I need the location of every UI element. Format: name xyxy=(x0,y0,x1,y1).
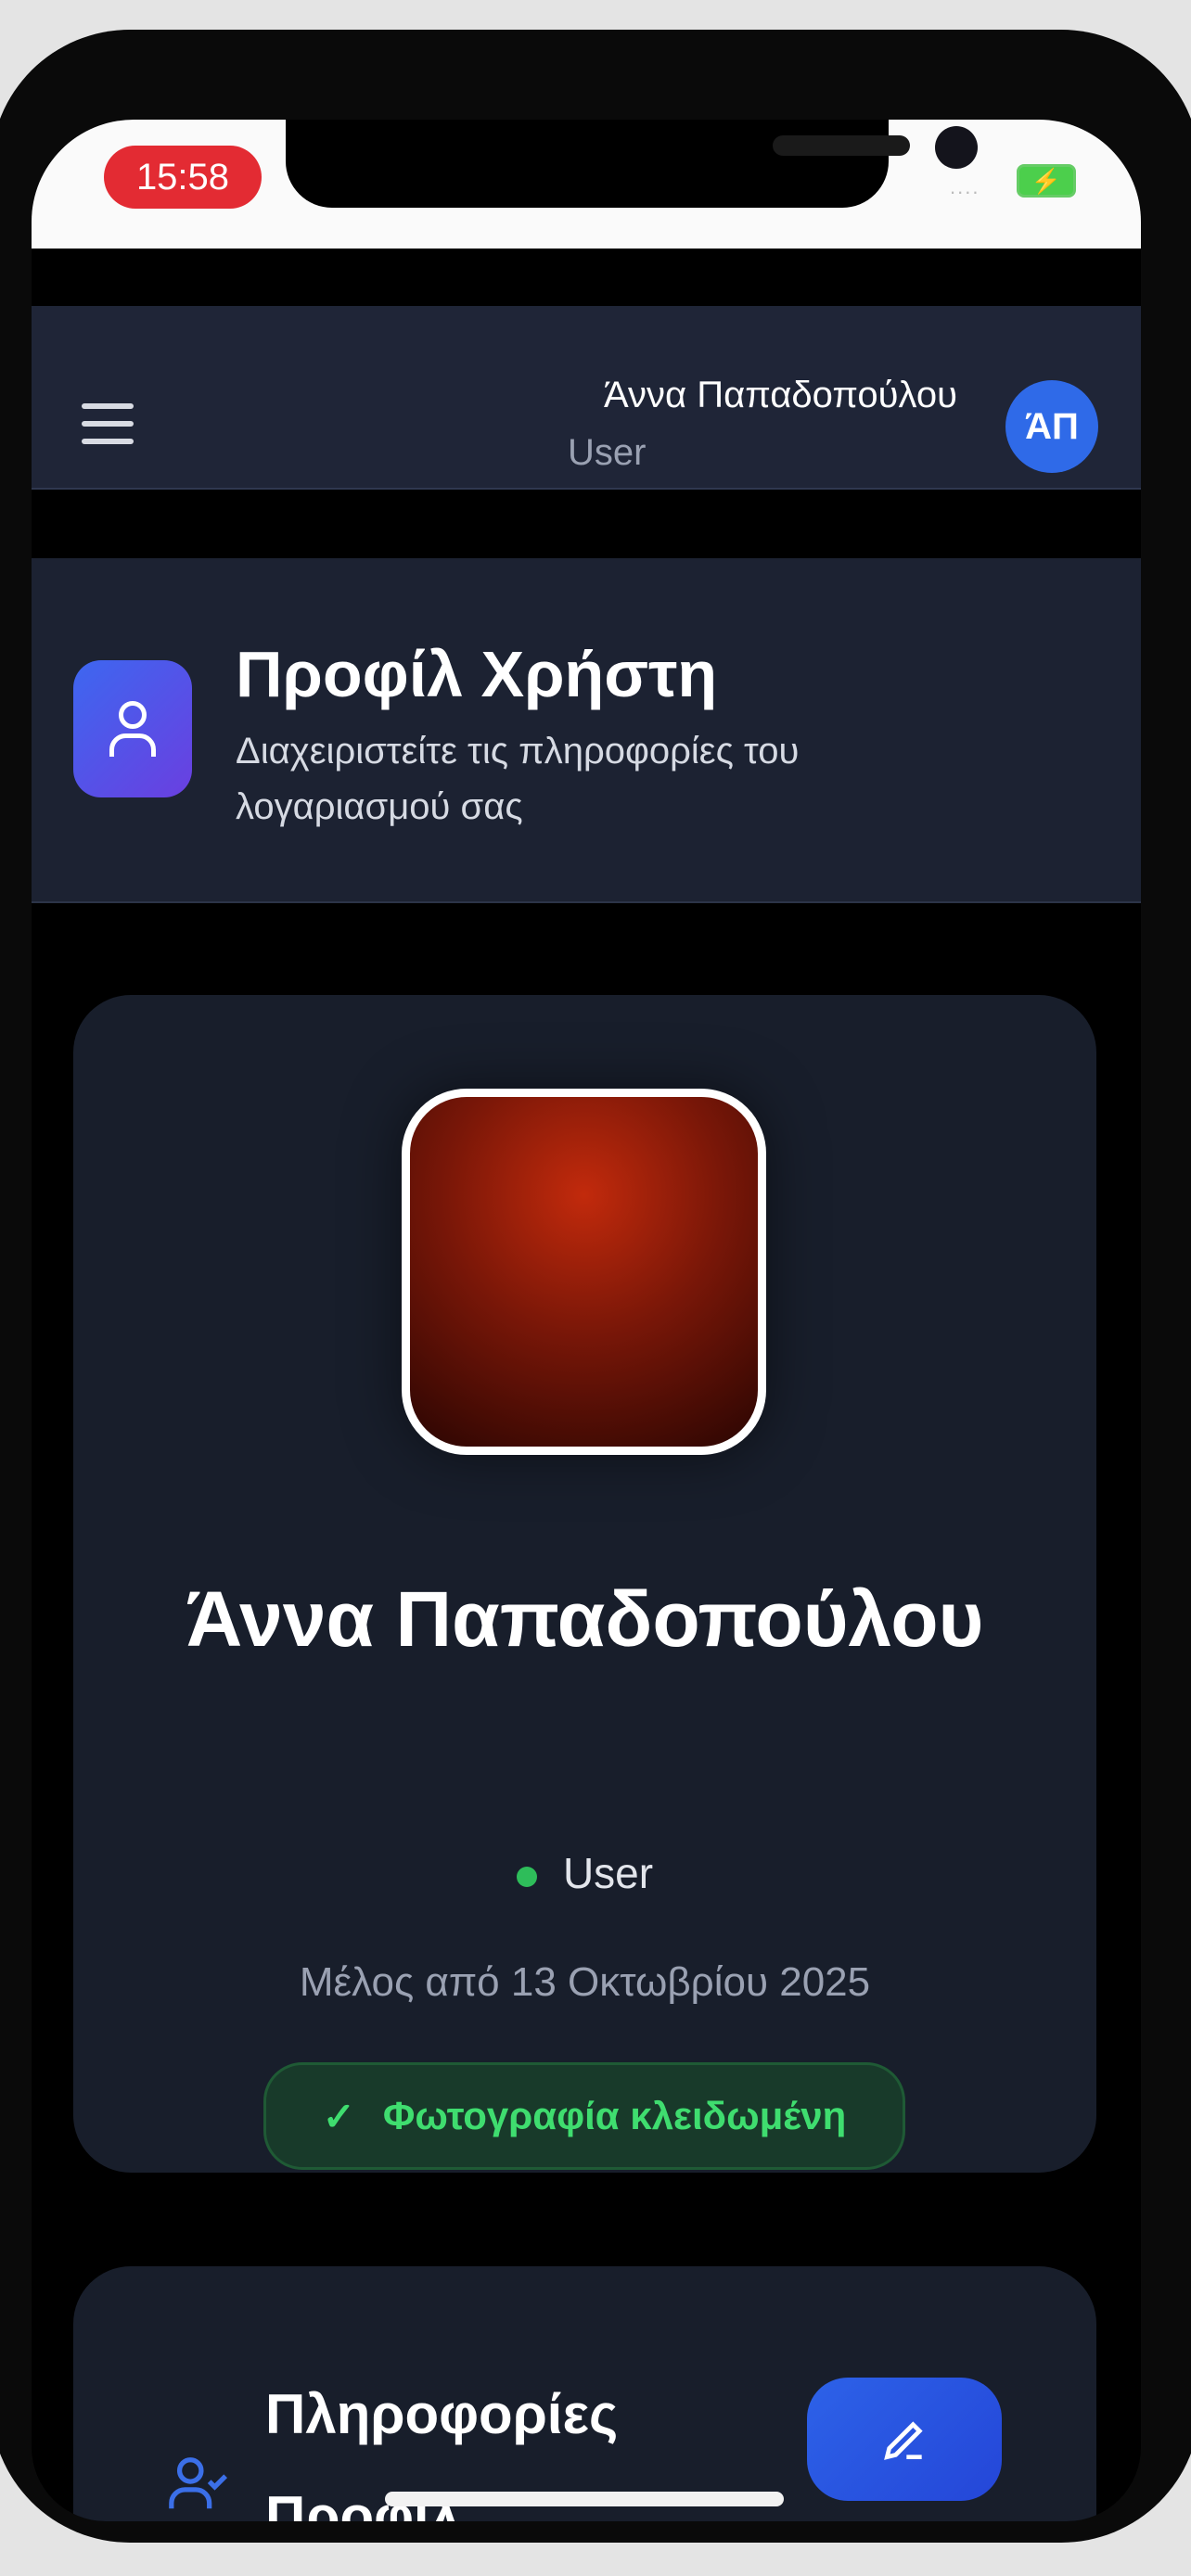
signal-icon: .... xyxy=(950,175,980,198)
page-title: Προφίλ Χρήστη xyxy=(236,638,718,710)
edit-profile-button[interactable] xyxy=(807,2378,1002,2501)
home-indicator[interactable] xyxy=(385,2492,784,2506)
profile-card: Άννα Παπαδοπούλου User Μέλος από 13 Οκτω… xyxy=(73,995,1096,2173)
user-icon xyxy=(73,660,192,797)
status-dot-icon xyxy=(516,1866,537,1887)
photo-locked-badge: ✓ Φωτογραφία κλειδωμένη xyxy=(263,2062,905,2170)
hamburger-menu-icon[interactable] xyxy=(82,403,134,444)
pencil-icon xyxy=(884,2420,923,2460)
page-header: Προφίλ Χρήστη Διαχειριστείτε τις πληροφο… xyxy=(32,558,1141,903)
app-header: Άννα Παπαδοπούλου User ΆΠ xyxy=(32,306,1141,490)
profile-name: Άννα Παπαδοπούλου xyxy=(186,1575,984,1663)
battery-charging-icon: ⚡ xyxy=(1017,164,1076,198)
profile-info-card: Πληροφορίες Προφίλ xyxy=(73,2266,1096,2521)
status-time: 15:58 xyxy=(104,146,262,209)
check-icon: ✓ xyxy=(322,2094,355,2138)
avatar[interactable]: ΆΠ xyxy=(1005,380,1098,473)
profile-role: User xyxy=(73,1848,1096,1898)
profile-photo xyxy=(402,1089,766,1455)
profile-role-label: User xyxy=(562,1849,654,1897)
speaker xyxy=(773,135,910,156)
camera xyxy=(935,126,978,169)
status-bar: 15:58 .... ⚡ xyxy=(32,120,1141,249)
page-subtitle: Διαχειριστείτε τις πληροφορίες του λογαρ… xyxy=(236,731,800,827)
phone-frame: 15:58 .... ⚡ Άννα Παπαδοπούλου User ΆΠ Π… xyxy=(0,30,1191,2543)
user-check-icon xyxy=(166,2452,231,2521)
header-user-role: User xyxy=(568,432,647,473)
header-user-name: Άννα Παπαδοπούλου xyxy=(604,375,957,415)
photo-locked-label: Φωτογραφία κλειδωμένη xyxy=(382,2094,847,2137)
member-since: Μέλος από 13 Οκτωβρίου 2025 xyxy=(299,1959,871,2005)
screen: 15:58 .... ⚡ Άννα Παπαδοπούλου User ΆΠ Π… xyxy=(32,120,1141,2521)
notch xyxy=(286,120,978,208)
